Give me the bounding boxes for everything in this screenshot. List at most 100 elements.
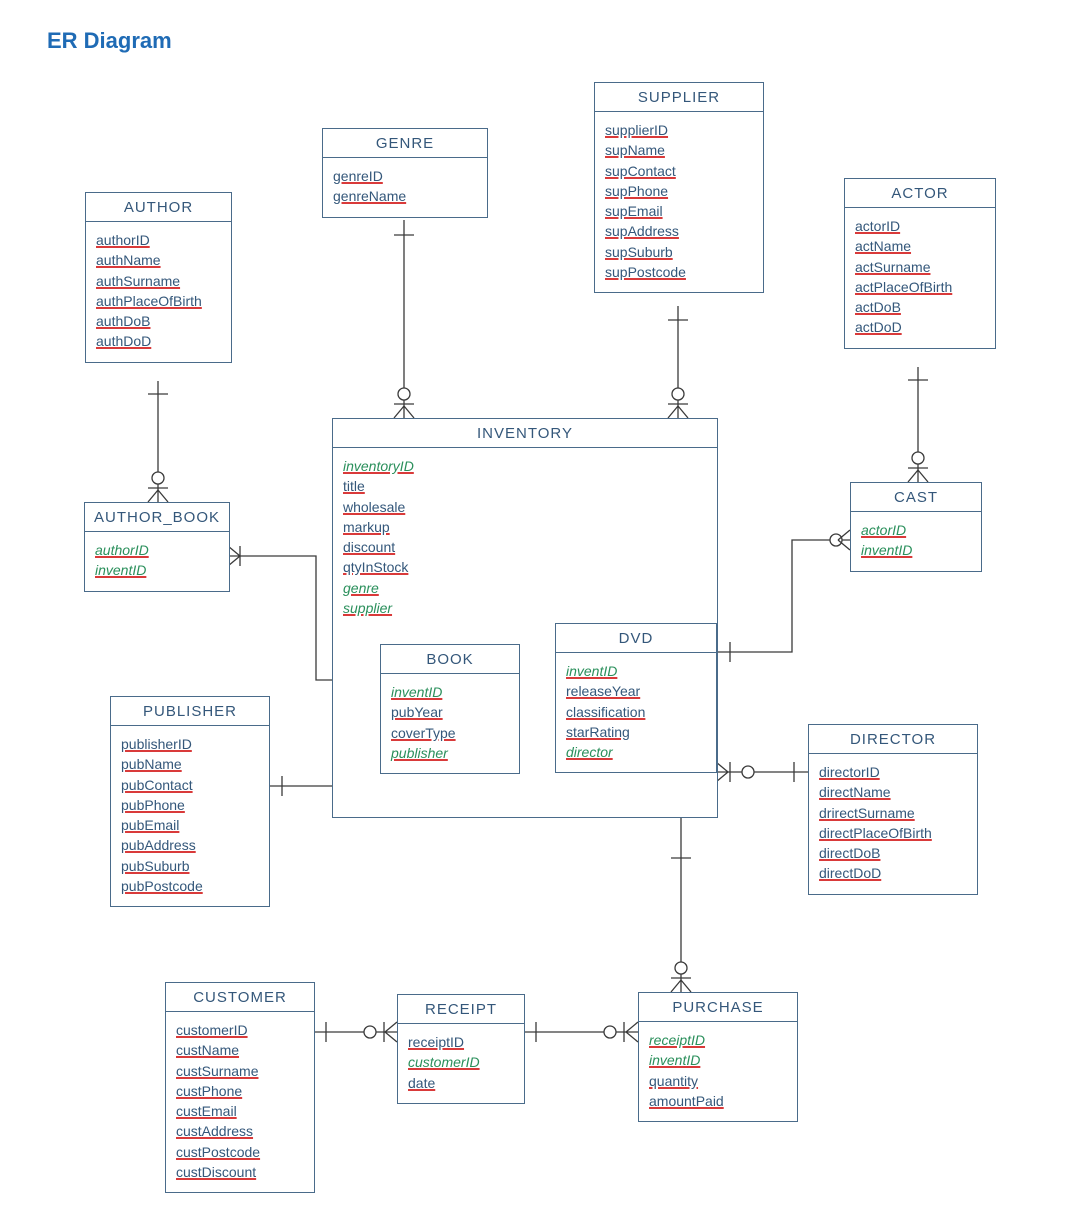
attribute: directDoB bbox=[819, 843, 967, 863]
attribute: genre bbox=[343, 578, 707, 598]
attribute: releaseYear bbox=[566, 681, 706, 701]
attribute: pubPostcode bbox=[121, 876, 259, 896]
entity-header: AUTHOR bbox=[86, 193, 231, 222]
attribute: coverType bbox=[391, 723, 509, 743]
attribute: publisherID bbox=[121, 734, 259, 754]
attribute: classification bbox=[566, 702, 706, 722]
attribute: genreName bbox=[333, 186, 477, 206]
attribute: actPlaceOfBirth bbox=[855, 277, 985, 297]
attribute: pubPhone bbox=[121, 795, 259, 815]
attribute: custPhone bbox=[176, 1081, 304, 1101]
attribute: receiptID bbox=[408, 1032, 514, 1052]
attribute: custPostcode bbox=[176, 1142, 304, 1162]
attribute: authorID bbox=[96, 230, 221, 250]
attribute: directPlaceOfBirth bbox=[819, 823, 967, 843]
entity-body: actorIDinventID bbox=[851, 512, 981, 571]
entity-body: customerIDcustNamecustSurnamecustPhonecu… bbox=[166, 1012, 314, 1192]
attribute: starRating bbox=[566, 722, 706, 742]
entity-customer: CUSTOMER customerIDcustNamecustSurnamecu… bbox=[165, 982, 315, 1193]
attribute: pubEmail bbox=[121, 815, 259, 835]
attribute: pubYear bbox=[391, 702, 509, 722]
attribute: supPostcode bbox=[605, 262, 753, 282]
entity-header: SUPPLIER bbox=[595, 83, 763, 112]
entity-header: ACTOR bbox=[845, 179, 995, 208]
entity-header: RECEIPT bbox=[398, 995, 524, 1024]
attribute: directorID bbox=[819, 762, 967, 782]
entity-body: receiptIDcustomerIDdate bbox=[398, 1024, 524, 1103]
attribute: discount bbox=[343, 537, 707, 557]
attribute: drirectSurname bbox=[819, 803, 967, 823]
entity-header: DVD bbox=[556, 624, 716, 653]
attribute: custName bbox=[176, 1040, 304, 1060]
attribute: markup bbox=[343, 517, 707, 537]
attribute: supEmail bbox=[605, 201, 753, 221]
entity-body: genreIDgenreName bbox=[323, 158, 487, 217]
attribute: inventID bbox=[566, 661, 706, 681]
entity-receipt: RECEIPT receiptIDcustomerIDdate bbox=[397, 994, 525, 1104]
attribute: pubName bbox=[121, 754, 259, 774]
attribute: authName bbox=[96, 250, 221, 270]
page-title: ER Diagram bbox=[47, 28, 172, 54]
attribute: amountPaid bbox=[649, 1091, 787, 1111]
entity-header: DIRECTOR bbox=[809, 725, 977, 754]
attribute: custDiscount bbox=[176, 1162, 304, 1182]
attribute: authPlaceOfBirth bbox=[96, 291, 221, 311]
entity-body: supplierIDsupNamesupContactsupPhonesupEm… bbox=[595, 112, 763, 292]
attribute: authDoB bbox=[96, 311, 221, 331]
attribute: inventoryID bbox=[343, 456, 707, 476]
er-diagram-canvas: { "title": "ER Diagram", "entities": { "… bbox=[0, 0, 1076, 1224]
entity-dvd: DVD inventIDreleaseYearclassificationsta… bbox=[555, 623, 717, 773]
entity-body: publisherIDpubNamepubContactpubPhonepubE… bbox=[111, 726, 269, 906]
entity-body: receiptIDinventIDquantityamountPaid bbox=[639, 1022, 797, 1121]
entity-body: authorIDinventID bbox=[85, 532, 229, 591]
attribute: actorID bbox=[861, 520, 971, 540]
attribute: directDoD bbox=[819, 863, 967, 883]
entity-cast: CAST actorIDinventID bbox=[850, 482, 982, 572]
entity-header: PUBLISHER bbox=[111, 697, 269, 726]
attribute: inventID bbox=[391, 682, 509, 702]
attribute: supSuburb bbox=[605, 242, 753, 262]
entity-header: CAST bbox=[851, 483, 981, 512]
attribute: authorID bbox=[95, 540, 219, 560]
entity-body: inventIDreleaseYearclassificationstarRat… bbox=[556, 653, 716, 772]
entity-header: BOOK bbox=[381, 645, 519, 674]
attribute: pubSuburb bbox=[121, 856, 259, 876]
entity-actor: ACTOR actorIDactNameactSurnameactPlaceOf… bbox=[844, 178, 996, 349]
attribute: receiptID bbox=[649, 1030, 787, 1050]
attribute: wholesale bbox=[343, 497, 707, 517]
attribute: supContact bbox=[605, 161, 753, 181]
attribute: actSurname bbox=[855, 257, 985, 277]
attribute: custEmail bbox=[176, 1101, 304, 1121]
entity-director: DIRECTOR directorIDdirectNamedrirectSurn… bbox=[808, 724, 978, 895]
entity-body: inventIDpubYearcoverTypepublisher bbox=[381, 674, 519, 773]
attribute: actName bbox=[855, 236, 985, 256]
entity-header: PURCHASE bbox=[639, 993, 797, 1022]
attribute: genreID bbox=[333, 166, 477, 186]
attribute: supplierID bbox=[605, 120, 753, 140]
attribute: authSurname bbox=[96, 271, 221, 291]
attribute: director bbox=[566, 742, 706, 762]
entity-genre: GENRE genreIDgenreName bbox=[322, 128, 488, 218]
entity-publisher: PUBLISHER publisherIDpubNamepubContactpu… bbox=[110, 696, 270, 907]
attribute: inventID bbox=[649, 1050, 787, 1070]
entity-author-book: AUTHOR_BOOK authorIDinventID bbox=[84, 502, 230, 592]
attribute: authDoD bbox=[96, 331, 221, 351]
entity-purchase: PURCHASE receiptIDinventIDquantityamount… bbox=[638, 992, 798, 1122]
attribute: actorID bbox=[855, 216, 985, 236]
attribute: publisher bbox=[391, 743, 509, 763]
entity-header: GENRE bbox=[323, 129, 487, 158]
attribute: date bbox=[408, 1073, 514, 1093]
entity-header: CUSTOMER bbox=[166, 983, 314, 1012]
attribute: qtyInStock bbox=[343, 557, 707, 577]
attribute: quantity bbox=[649, 1071, 787, 1091]
entity-supplier: SUPPLIER supplierIDsupNamesupContactsupP… bbox=[594, 82, 764, 293]
entity-body: inventoryIDtitlewholesalemarkupdiscountq… bbox=[333, 448, 717, 628]
entity-body: actorIDactNameactSurnameactPlaceOfBirtha… bbox=[845, 208, 995, 348]
entity-author: AUTHOR authorIDauthNameauthSurnameauthPl… bbox=[85, 192, 232, 363]
attribute: supplier bbox=[343, 598, 707, 618]
entity-header: INVENTORY bbox=[333, 419, 717, 448]
attribute: actDoD bbox=[855, 317, 985, 337]
attribute: actDoB bbox=[855, 297, 985, 317]
entity-body: directorIDdirectNamedrirectSurnamedirect… bbox=[809, 754, 977, 894]
entity-book: BOOK inventIDpubYearcoverTypepublisher bbox=[380, 644, 520, 774]
